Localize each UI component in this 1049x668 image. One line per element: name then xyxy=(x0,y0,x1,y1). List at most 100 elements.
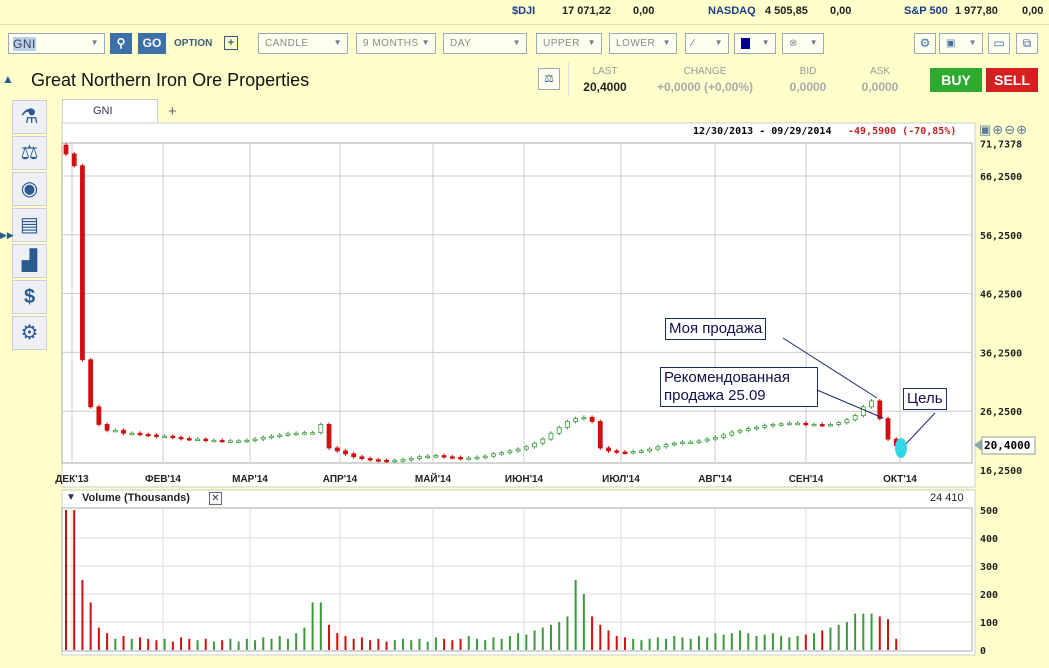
candle xyxy=(458,456,463,460)
candle xyxy=(244,439,250,443)
y-tick-label: 66,2500 xyxy=(980,172,1022,183)
candle xyxy=(737,429,743,433)
plot-area xyxy=(61,142,973,464)
candle xyxy=(170,435,176,439)
volume-bar xyxy=(640,640,643,650)
volume-bar xyxy=(845,622,848,650)
volume-bar xyxy=(385,641,388,650)
y-tick-label: 46,2500 xyxy=(980,290,1022,301)
candle xyxy=(680,441,685,444)
volume-bar xyxy=(89,602,92,650)
zoom-controls[interactable]: ▣⊕⊖⊕ xyxy=(979,122,1028,138)
volume-bar xyxy=(525,634,528,650)
candle xyxy=(367,458,373,461)
candle xyxy=(655,446,661,450)
volume-bar xyxy=(81,580,84,650)
candle xyxy=(647,448,653,452)
volume-bar xyxy=(615,636,618,650)
candle xyxy=(606,447,611,452)
candle xyxy=(359,456,365,459)
candle xyxy=(400,459,406,462)
volume-bar xyxy=(402,638,405,650)
volume-bar xyxy=(270,638,273,650)
candle xyxy=(449,456,455,459)
volume-bar xyxy=(870,613,873,650)
volume-collapse-icon[interactable]: ▼ xyxy=(66,492,76,503)
zoom-fit-icon[interactable]: ▣ xyxy=(979,122,992,137)
volume-bar xyxy=(451,640,454,650)
candle xyxy=(384,459,389,463)
volume-bar xyxy=(747,633,750,650)
volume-bar xyxy=(360,637,363,650)
candle xyxy=(269,435,274,439)
volume-bar xyxy=(188,638,191,650)
candle xyxy=(392,459,398,463)
candle xyxy=(277,434,283,437)
volume-bar xyxy=(673,636,676,650)
volume-bar xyxy=(443,638,446,650)
volume-bar xyxy=(163,638,166,650)
candle xyxy=(63,144,69,155)
zoom-reset-icon[interactable]: ⊕ xyxy=(1016,122,1028,137)
volume-bar xyxy=(566,616,569,650)
volume-bar xyxy=(829,627,832,650)
candle xyxy=(712,436,718,440)
volume-bar xyxy=(303,627,306,650)
volume-bar xyxy=(533,630,536,650)
volume-bar xyxy=(549,624,552,650)
candle xyxy=(540,438,546,444)
volume-bar xyxy=(467,636,470,650)
candle xyxy=(688,441,694,444)
volume-bar xyxy=(319,602,322,650)
y-tick-label: 56,2500 xyxy=(980,231,1022,242)
volume-bar xyxy=(541,627,544,650)
candle xyxy=(154,434,159,437)
volume-bar xyxy=(508,636,511,650)
volume-bar xyxy=(196,640,199,650)
candle xyxy=(819,424,825,427)
volume-bar xyxy=(352,638,355,650)
candle xyxy=(852,415,858,421)
x-tick-label: ОКТ'14 xyxy=(883,474,917,485)
volume-bar xyxy=(492,637,495,650)
volume-bar xyxy=(763,634,766,650)
candle xyxy=(285,433,291,436)
candle xyxy=(565,421,570,428)
target-marker xyxy=(895,438,907,458)
volume-bar xyxy=(623,637,626,650)
volume-bar xyxy=(344,636,347,650)
price-chart[interactable]: 71,7378 66,2500 56,2500 46,2500 36,2500 26,25… xyxy=(0,0,1049,668)
x-tick-label: МАР'14 xyxy=(232,474,268,485)
candle xyxy=(104,424,110,431)
candle xyxy=(195,438,200,442)
candle xyxy=(696,440,702,443)
volume-bar xyxy=(245,638,248,650)
candle xyxy=(203,438,209,442)
volume-bar xyxy=(681,637,684,650)
candle xyxy=(762,425,768,428)
annotation-my-sale: Моя продажа xyxy=(665,318,767,340)
volume-bar xyxy=(155,640,158,650)
candle xyxy=(326,424,332,449)
candle xyxy=(227,440,233,443)
volume-bar xyxy=(262,637,265,650)
zoom-out-icon[interactable]: ⊖ xyxy=(1004,122,1016,137)
zoom-in-icon[interactable]: ⊕ xyxy=(992,122,1004,137)
close-volume-icon[interactable]: ✕ xyxy=(209,492,222,505)
candle xyxy=(211,439,217,443)
volume-bar xyxy=(336,633,339,650)
candle xyxy=(745,428,751,431)
candle xyxy=(499,452,505,455)
candle xyxy=(145,434,151,437)
volume-bar xyxy=(418,638,421,650)
volume-bar xyxy=(484,640,487,650)
volume-bar xyxy=(517,633,520,650)
candle xyxy=(573,418,579,422)
candle xyxy=(548,432,554,440)
candle xyxy=(137,432,143,436)
volume-bar xyxy=(204,638,207,650)
volume-bar xyxy=(278,636,281,650)
candle xyxy=(778,423,784,426)
candle xyxy=(803,422,809,426)
candle xyxy=(112,429,118,433)
